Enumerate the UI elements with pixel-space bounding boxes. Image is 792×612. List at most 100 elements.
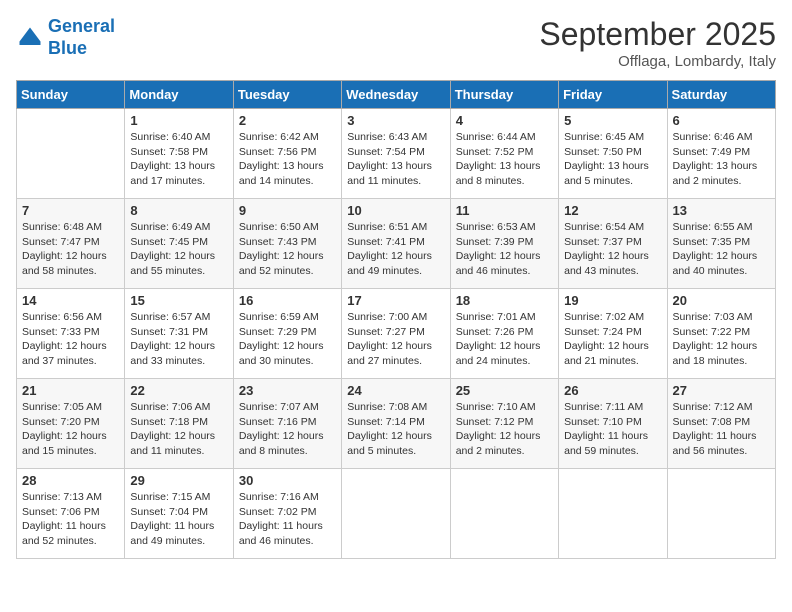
day-number: 26 — [564, 383, 661, 398]
logo-blue: Blue — [48, 38, 87, 58]
day-number: 11 — [456, 203, 553, 218]
day-info: Sunrise: 7:07 AMSunset: 7:16 PMDaylight:… — [239, 400, 336, 459]
calendar-cell: 23 Sunrise: 7:07 AMSunset: 7:16 PMDayligh… — [233, 379, 341, 469]
weekday-header-row: SundayMondayTuesdayWednesdayThursdayFrid… — [17, 81, 776, 109]
day-info: Sunrise: 6:55 AMSunset: 7:35 PMDaylight:… — [673, 220, 770, 279]
day-info: Sunrise: 7:15 AMSunset: 7:04 PMDaylight:… — [130, 490, 227, 549]
day-info: Sunrise: 6:51 AMSunset: 7:41 PMDaylight:… — [347, 220, 444, 279]
day-number: 14 — [22, 293, 119, 308]
calendar-week-row: 28 Sunrise: 7:13 AMSunset: 7:06 PMDayligh… — [17, 469, 776, 559]
calendar-cell: 20Sunrise: 7:03 AMSunset: 7:22 PMDayligh… — [667, 289, 775, 379]
calendar-cell: 10 Sunrise: 6:51 AMSunset: 7:41 PMDayligh… — [342, 199, 450, 289]
day-info: Sunrise: 6:54 AMSunset: 7:37 PMDaylight:… — [564, 220, 661, 279]
logo: General Blue — [16, 16, 115, 59]
day-number: 5 — [564, 113, 661, 128]
calendar-cell — [17, 109, 125, 199]
calendar-cell: 4 Sunrise: 6:44 AMSunset: 7:52 PMDaylight… — [450, 109, 558, 199]
calendar-week-row: 1 Sunrise: 6:40 AMSunset: 7:58 PMDaylight… — [17, 109, 776, 199]
calendar-cell: 1 Sunrise: 6:40 AMSunset: 7:58 PMDaylight… — [125, 109, 233, 199]
day-info: Sunrise: 6:49 AMSunset: 7:45 PMDaylight:… — [130, 220, 227, 279]
day-number: 20 — [673, 293, 770, 308]
day-info: Sunrise: 7:11 AMSunset: 7:10 PMDaylight:… — [564, 400, 661, 459]
day-number: 12 — [564, 203, 661, 218]
day-number: 9 — [239, 203, 336, 218]
calendar-cell: 5 Sunrise: 6:45 AMSunset: 7:50 PMDaylight… — [559, 109, 667, 199]
day-info: Sunrise: 6:57 AMSunset: 7:31 PMDaylight:… — [130, 310, 227, 369]
calendar-cell: 24 Sunrise: 7:08 AMSunset: 7:14 PMDayligh… — [342, 379, 450, 469]
calendar-cell: 22 Sunrise: 7:06 AMSunset: 7:18 PMDayligh… — [125, 379, 233, 469]
calendar-cell: 6Sunrise: 6:46 AMSunset: 7:49 PMDaylight… — [667, 109, 775, 199]
calendar-table: SundayMondayTuesdayWednesdayThursdayFrid… — [16, 80, 776, 559]
day-info: Sunrise: 7:13 AMSunset: 7:06 PMDaylight:… — [22, 490, 119, 549]
day-info: Sunrise: 6:45 AMSunset: 7:50 PMDaylight:… — [564, 130, 661, 189]
calendar-cell: 12 Sunrise: 6:54 AMSunset: 7:37 PMDayligh… — [559, 199, 667, 289]
weekday-header: Friday — [559, 81, 667, 109]
day-info: Sunrise: 7:08 AMSunset: 7:14 PMDaylight:… — [347, 400, 444, 459]
day-number: 28 — [22, 473, 119, 488]
calendar-cell: 25 Sunrise: 7:10 AMSunset: 7:12 PMDayligh… — [450, 379, 558, 469]
day-number: 19 — [564, 293, 661, 308]
calendar-cell: 18 Sunrise: 7:01 AMSunset: 7:26 PMDayligh… — [450, 289, 558, 379]
day-info: Sunrise: 6:42 AMSunset: 7:56 PMDaylight:… — [239, 130, 336, 189]
day-info: Sunrise: 6:44 AMSunset: 7:52 PMDaylight:… — [456, 130, 553, 189]
calendar-cell: 7Sunrise: 6:48 AMSunset: 7:47 PMDaylight… — [17, 199, 125, 289]
calendar-cell: 17 Sunrise: 7:00 AMSunset: 7:27 PMDayligh… — [342, 289, 450, 379]
calendar-week-row: 21Sunrise: 7:05 AMSunset: 7:20 PMDayligh… — [17, 379, 776, 469]
day-number: 6 — [673, 113, 770, 128]
day-number: 4 — [456, 113, 553, 128]
calendar-cell: 8 Sunrise: 6:49 AMSunset: 7:45 PMDaylight… — [125, 199, 233, 289]
weekday-header: Thursday — [450, 81, 558, 109]
day-number: 29 — [130, 473, 227, 488]
day-info: Sunrise: 7:05 AMSunset: 7:20 PMDaylight:… — [22, 400, 119, 459]
day-info: Sunrise: 7:06 AMSunset: 7:18 PMDaylight:… — [130, 400, 227, 459]
logo-text: General Blue — [48, 16, 115, 59]
day-number: 2 — [239, 113, 336, 128]
day-info: Sunrise: 7:00 AMSunset: 7:27 PMDaylight:… — [347, 310, 444, 369]
day-number: 23 — [239, 383, 336, 398]
month-title: September 2025 — [539, 16, 776, 53]
page-header: General Blue September 2025 Offlaga, Lom… — [16, 16, 776, 70]
location: Offlaga, Lombardy, Italy — [539, 53, 776, 70]
logo-icon — [16, 24, 44, 52]
day-number: 10 — [347, 203, 444, 218]
calendar-cell: 2 Sunrise: 6:42 AMSunset: 7:56 PMDaylight… — [233, 109, 341, 199]
calendar-cell — [342, 469, 450, 559]
weekday-header: Sunday — [17, 81, 125, 109]
day-number: 1 — [130, 113, 227, 128]
day-number: 25 — [456, 383, 553, 398]
day-info: Sunrise: 6:40 AMSunset: 7:58 PMDaylight:… — [130, 130, 227, 189]
calendar-week-row: 7Sunrise: 6:48 AMSunset: 7:47 PMDaylight… — [17, 199, 776, 289]
weekday-header: Tuesday — [233, 81, 341, 109]
day-number: 18 — [456, 293, 553, 308]
day-number: 22 — [130, 383, 227, 398]
calendar-cell: 15 Sunrise: 6:57 AMSunset: 7:31 PMDayligh… — [125, 289, 233, 379]
day-info: Sunrise: 7:10 AMSunset: 7:12 PMDaylight:… — [456, 400, 553, 459]
calendar-cell: 21Sunrise: 7:05 AMSunset: 7:20 PMDayligh… — [17, 379, 125, 469]
day-number: 8 — [130, 203, 227, 218]
calendar-cell — [559, 469, 667, 559]
calendar-cell: 16Sunrise: 6:59 AMSunset: 7:29 PMDayligh… — [233, 289, 341, 379]
calendar-week-row: 14 Sunrise: 6:56 AMSunset: 7:33 PMDayligh… — [17, 289, 776, 379]
day-info: Sunrise: 6:56 AMSunset: 7:33 PMDaylight:… — [22, 310, 119, 369]
day-info: Sunrise: 6:48 AMSunset: 7:47 PMDaylight:… — [22, 220, 119, 279]
calendar-cell: 28 Sunrise: 7:13 AMSunset: 7:06 PMDayligh… — [17, 469, 125, 559]
calendar-cell: 26 Sunrise: 7:11 AMSunset: 7:10 PMDayligh… — [559, 379, 667, 469]
day-info: Sunrise: 7:01 AMSunset: 7:26 PMDaylight:… — [456, 310, 553, 369]
weekday-header: Monday — [125, 81, 233, 109]
title-block: September 2025 Offlaga, Lombardy, Italy — [539, 16, 776, 70]
day-number: 13 — [673, 203, 770, 218]
day-number: 17 — [347, 293, 444, 308]
day-number: 15 — [130, 293, 227, 308]
calendar-cell: 11Sunrise: 6:53 AMSunset: 7:39 PMDayligh… — [450, 199, 558, 289]
calendar-cell: 19 Sunrise: 7:02 AMSunset: 7:24 PMDayligh… — [559, 289, 667, 379]
weekday-header: Saturday — [667, 81, 775, 109]
calendar-cell: 3Sunrise: 6:43 AMSunset: 7:54 PMDaylight… — [342, 109, 450, 199]
day-info: Sunrise: 7:02 AMSunset: 7:24 PMDaylight:… — [564, 310, 661, 369]
calendar-cell: 13 Sunrise: 6:55 AMSunset: 7:35 PMDayligh… — [667, 199, 775, 289]
day-number: 27 — [673, 383, 770, 398]
day-info: Sunrise: 6:59 AMSunset: 7:29 PMDaylight:… — [239, 310, 336, 369]
calendar-cell: 29 Sunrise: 7:15 AMSunset: 7:04 PMDayligh… — [125, 469, 233, 559]
day-number: 24 — [347, 383, 444, 398]
calendar-cell — [450, 469, 558, 559]
day-info: Sunrise: 7:16 AMSunset: 7:02 PMDaylight:… — [239, 490, 336, 549]
